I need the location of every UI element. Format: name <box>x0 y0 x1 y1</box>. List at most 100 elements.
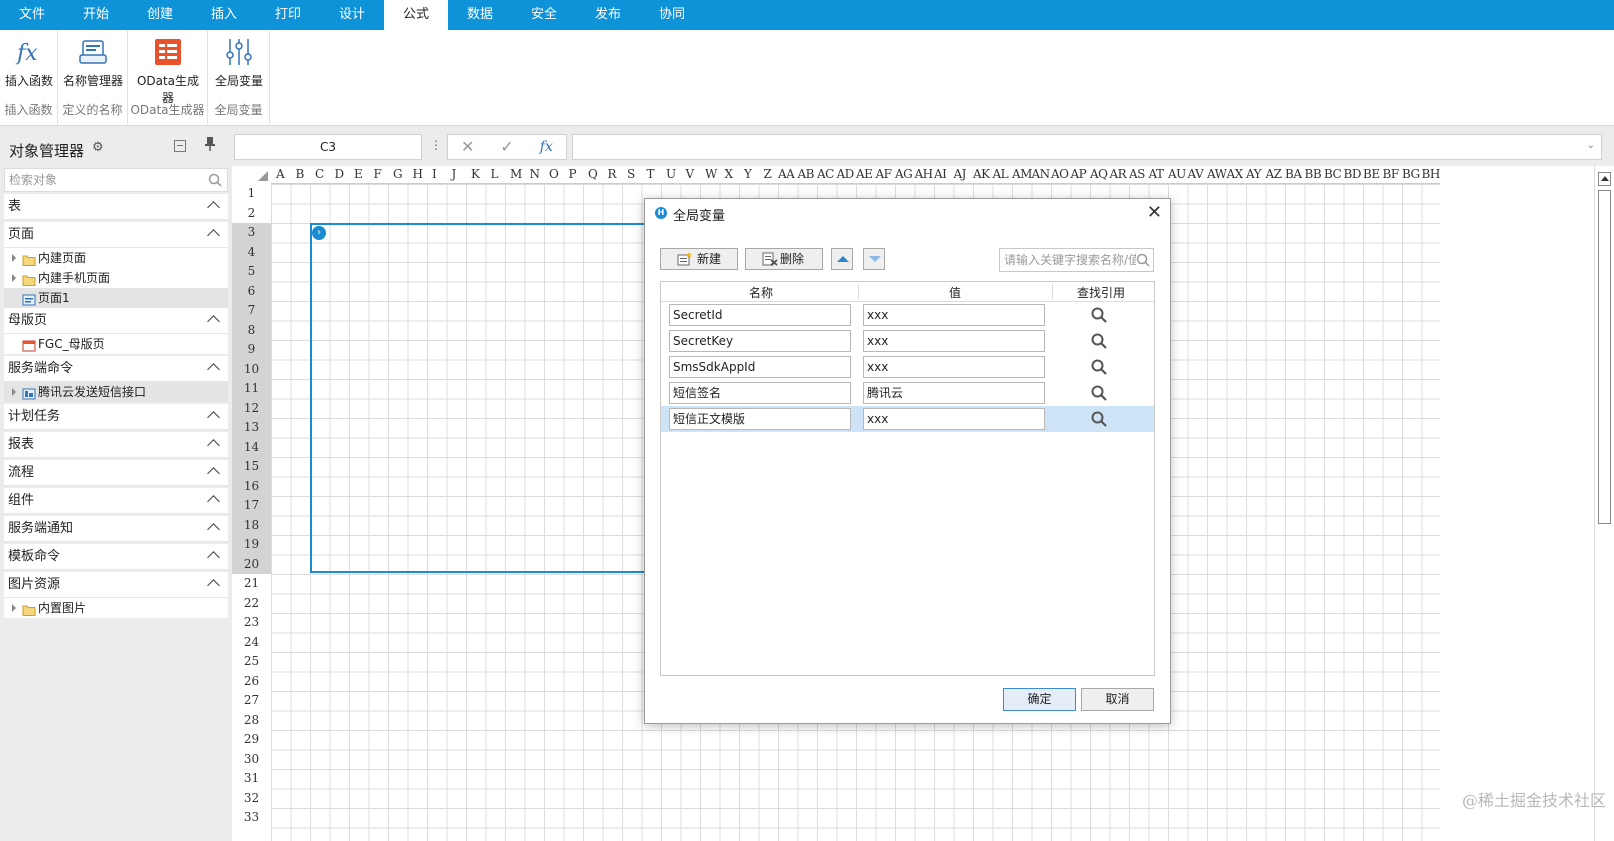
vertical-scrollbar[interactable] <box>1594 166 1614 841</box>
selected-cell-range[interactable] <box>310 223 650 573</box>
variable-name-cell[interactable]: SmsSdkAppId <box>669 356 851 378</box>
row-header[interactable]: 1 <box>232 184 271 204</box>
row-header[interactable]: 24 <box>232 633 271 653</box>
row-header[interactable]: 12 <box>232 398 271 418</box>
column-header[interactable]: J <box>452 167 457 181</box>
row-header[interactable]: 32 <box>232 789 271 809</box>
scrollbar-thumb[interactable] <box>1598 190 1611 524</box>
column-header[interactable]: AE <box>856 167 873 181</box>
column-header[interactable]: AP <box>1071 167 1087 181</box>
search-icon[interactable] <box>1091 385 1107 404</box>
table-row[interactable]: SecretId xxx <box>661 302 1154 328</box>
table-row-selected[interactable]: 短信正文模版 xxx <box>661 406 1154 432</box>
tab-create[interactable]: 创建 <box>128 0 192 30</box>
column-header[interactable]: C <box>315 167 324 181</box>
tree-item-sms-command[interactable]: 腾讯云发送短信接口 <box>4 382 228 402</box>
column-header[interactable]: AS <box>1129 167 1145 181</box>
expand-arrow-icon[interactable] <box>12 604 16 612</box>
column-header[interactable]: Q <box>588 167 598 181</box>
row-header[interactable]: 13 <box>232 418 271 438</box>
row-header[interactable]: 28 <box>232 711 271 731</box>
column-header[interactable]: U <box>666 167 676 181</box>
odata-generator-button[interactable]: OData生成器 <box>132 36 204 106</box>
column-header[interactable]: T <box>647 167 655 181</box>
object-search-input[interactable] <box>5 169 195 191</box>
column-header[interactable]: AH <box>915 167 934 181</box>
section-header-report[interactable]: 报表 <box>4 432 228 458</box>
row-header[interactable]: 27 <box>232 691 271 711</box>
tab-design[interactable]: 设计 <box>320 0 384 30</box>
tree-item-builtin-mobile-pages[interactable]: 内建手机页面 <box>4 268 228 288</box>
column-header[interactable]: K <box>471 167 480 181</box>
cancel-formula-icon[interactable]: ✕ <box>448 135 487 159</box>
column-header[interactable]: D <box>335 167 345 181</box>
column-header[interactable]: W <box>705 167 717 181</box>
column-header[interactable]: AQ <box>1090 167 1108 181</box>
variable-name-cell[interactable]: 短信签名 <box>669 382 851 404</box>
expand-arrow-icon[interactable] <box>12 254 16 262</box>
tree-item-builtin-images[interactable]: 内置图片 <box>4 598 228 618</box>
section-header-page[interactable]: 页面 <box>4 222 228 248</box>
column-header[interactable]: AY <box>1246 167 1262 181</box>
pin-icon[interactable] <box>204 136 216 156</box>
search-icon[interactable] <box>1091 359 1107 378</box>
variable-value-cell[interactable]: xxx <box>863 330 1045 352</box>
row-header[interactable]: 31 <box>232 769 271 789</box>
column-header[interactable]: AC <box>817 167 834 181</box>
row-header[interactable]: 20 <box>232 554 271 574</box>
column-header[interactable]: AG <box>895 167 913 181</box>
column-header[interactable]: AB <box>798 167 815 181</box>
row-header[interactable]: 10 <box>232 359 271 379</box>
row-header[interactable]: 15 <box>232 457 271 477</box>
variable-value-cell[interactable]: xxx <box>863 356 1045 378</box>
column-header[interactable]: AZ <box>1266 167 1283 181</box>
column-header[interactable]: AN <box>1032 167 1051 181</box>
scroll-up-icon[interactable] <box>1598 172 1611 186</box>
column-header[interactable]: AT <box>1149 167 1165 181</box>
cancel-button[interactable]: 取消 <box>1081 688 1154 711</box>
column-header[interactable]: AV <box>1188 167 1204 181</box>
ok-button[interactable]: 确定 <box>1003 688 1076 711</box>
row-header[interactable]: 4 <box>232 242 271 262</box>
tree-item-master-page[interactable]: FGC_母版页 <box>4 334 228 354</box>
tab-data[interactable]: 数据 <box>448 0 512 30</box>
section-header-template-command[interactable]: 模板命令 <box>4 544 228 570</box>
column-header[interactable]: AD <box>837 167 855 181</box>
search-icon[interactable] <box>1136 253 1150 270</box>
column-header[interactable]: L <box>491 167 499 181</box>
row-header[interactable]: 19 <box>232 535 271 555</box>
tab-formula[interactable]: 公式 <box>384 0 448 30</box>
row-header[interactable]: 14 <box>232 437 271 457</box>
row-header[interactable]: 5 <box>232 262 271 282</box>
tab-file[interactable]: 文件 <box>0 0 64 30</box>
tab-security[interactable]: 安全 <box>512 0 576 30</box>
row-header[interactable]: 29 <box>232 730 271 750</box>
column-header[interactable]: AK <box>973 167 990 181</box>
row-header[interactable]: 17 <box>232 496 271 516</box>
confirm-formula-icon[interactable]: ✓ <box>487 135 526 159</box>
row-header[interactable]: 26 <box>232 672 271 692</box>
column-header[interactable]: Z <box>764 167 772 181</box>
column-header[interactable]: BE <box>1363 167 1380 181</box>
row-header[interactable]: 11 <box>232 379 271 399</box>
column-header[interactable]: AW <box>1207 167 1227 181</box>
minimize-icon[interactable] <box>174 140 186 152</box>
table-row[interactable]: 短信签名 腾讯云 <box>661 380 1154 406</box>
formula-input[interactable]: ⌄ <box>572 134 1602 160</box>
column-header[interactable]: AF <box>876 167 893 181</box>
column-header[interactable]: AX <box>1227 167 1244 181</box>
column-header[interactable]: BF <box>1383 167 1400 181</box>
range-action-icon[interactable]: › <box>312 226 326 240</box>
row-header[interactable]: 18 <box>232 515 271 535</box>
insert-function-button[interactable]: fx 插入函数 <box>4 36 54 89</box>
row-header[interactable]: 2 <box>232 204 271 224</box>
column-header[interactable]: BA <box>1285 167 1302 181</box>
column-header[interactable]: E <box>354 167 363 181</box>
column-header[interactable]: N <box>530 167 541 181</box>
column-header[interactable]: G <box>393 167 403 181</box>
column-header[interactable]: R <box>608 167 617 181</box>
tab-insert[interactable]: 插入 <box>192 0 256 30</box>
column-header[interactable]: AR <box>1110 167 1127 181</box>
new-variable-button[interactable]: 新建 <box>660 248 738 270</box>
move-up-button[interactable] <box>831 248 853 270</box>
